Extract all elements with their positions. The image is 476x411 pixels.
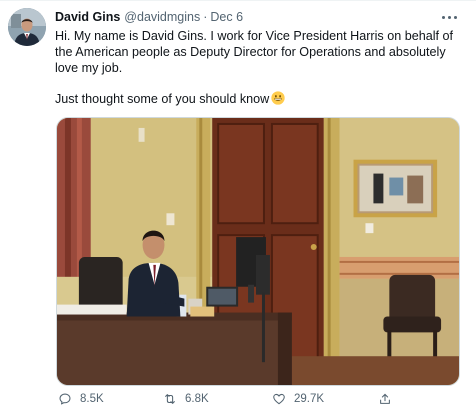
tweet-text-line-2: Just thought some of you should know xyxy=(55,92,270,106)
author-handle[interactable]: @davidmgins xyxy=(124,10,200,24)
tweet[interactable]: David Gins @davidmgins · Dec 6 Hi. My na… xyxy=(0,0,476,411)
tweet-header: David Gins @davidmgins · Dec 6 xyxy=(55,8,466,26)
author-name[interactable]: David Gins xyxy=(55,10,120,24)
like-button[interactable]: 29.7K xyxy=(272,392,324,406)
more-options-icon[interactable] xyxy=(440,10,458,24)
reply-count: 8.5K xyxy=(80,393,104,405)
reply-icon xyxy=(59,393,71,405)
tweet-text: Hi. My name is David Gins. I work for Vi… xyxy=(55,28,465,107)
share-button[interactable] xyxy=(378,392,392,406)
retweet-button[interactable]: 6.8K xyxy=(163,392,209,406)
avatar[interactable] xyxy=(8,8,46,46)
share-icon xyxy=(380,393,390,404)
like-count: 29.7K xyxy=(294,393,325,405)
tweet-date[interactable]: Dec 6 xyxy=(210,10,243,24)
tweet-text-paragraph-2: Just thought some of you should know xyxy=(55,91,465,107)
retweet-icon xyxy=(165,394,175,404)
reply-button[interactable]: 8.5K xyxy=(58,392,104,406)
avatar-image xyxy=(8,8,46,46)
separator-dot: · xyxy=(203,10,208,24)
tweet-text-paragraph-1: Hi. My name is David Gins. I work for Vi… xyxy=(55,29,454,75)
tweet-actions: 8.5K 6.8K 29.7K xyxy=(56,392,460,408)
grinning-face-emoji-icon xyxy=(271,91,285,105)
retweet-count: 6.8K xyxy=(185,393,209,405)
tweet-photo[interactable] xyxy=(56,117,460,386)
heart-icon xyxy=(273,393,285,405)
office-photo-image xyxy=(57,118,459,385)
